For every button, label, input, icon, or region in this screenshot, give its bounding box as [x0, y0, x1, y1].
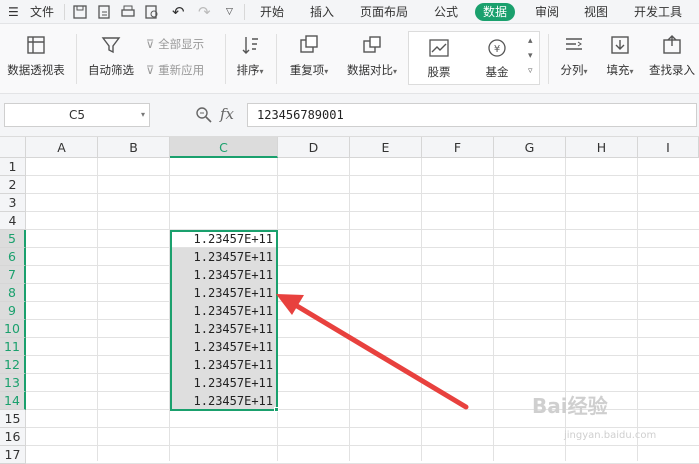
pivot-table-label: 数据透视表: [7, 63, 65, 77]
hamburger-menu-icon[interactable]: ☰: [8, 0, 19, 24]
divider: [225, 34, 226, 84]
divider: [76, 34, 77, 84]
filter-icon: [101, 37, 121, 54]
autofilter-button[interactable]: 自动筛选: [84, 34, 138, 78]
file-menu[interactable]: 文件: [30, 0, 54, 24]
fill-down-icon: [611, 36, 629, 54]
data-gallery: 股票 ¥ 基金: [408, 31, 540, 85]
ribbon-data: 数据透视表 自动筛选 ⊽ 全部显示 ⊽ 重新应用 排序▾ 重复项▾ 数据对比▾ …: [0, 24, 699, 94]
reapply-button[interactable]: ⊽ 重新应用: [146, 62, 204, 78]
tab-home[interactable]: 开始: [260, 0, 284, 24]
lookup-entry-icon: [663, 35, 681, 54]
watermark-url: jingyan.baidu.com: [564, 430, 657, 441]
watermark-brand: Bai经验: [532, 394, 608, 418]
save-icon[interactable]: [72, 4, 88, 20]
fill-caret-icon: ▾: [629, 67, 634, 76]
export-pdf-icon[interactable]: [96, 4, 112, 20]
compare-caret-icon: ▾: [392, 67, 397, 76]
fund-yen-icon: ¥: [488, 39, 506, 57]
name-box-value: C5: [68, 108, 85, 122]
duplicates-button[interactable]: 重复项▾: [282, 34, 336, 78]
data-compare-button[interactable]: 数据对比▾: [342, 34, 402, 78]
pivot-table-button[interactable]: 数据透视表: [4, 34, 68, 78]
tab-insert[interactable]: 插入: [310, 0, 334, 24]
name-box[interactable]: C5 ▾: [4, 103, 150, 127]
reapply-icon: ⊽: [146, 63, 155, 77]
tab-developer[interactable]: 开发工具: [634, 0, 682, 24]
tab-page-layout[interactable]: 页面布局: [360, 0, 408, 24]
undo-icon[interactable]: ↶: [172, 0, 185, 24]
tab-view[interactable]: 视图: [584, 0, 608, 24]
split-columns-button[interactable]: 分列▾: [554, 34, 594, 78]
formula-bar: C5 ▾ fx 123456789001: [0, 94, 699, 137]
divider: [548, 34, 549, 84]
tab-formulas[interactable]: 公式: [434, 0, 458, 24]
gallery-scroll-icon[interactable]: ▴ ▾ ▿: [528, 34, 533, 79]
tab-review[interactable]: 审阅: [535, 0, 559, 24]
lookup-entry-button[interactable]: 查找录入: [646, 34, 698, 78]
sort-icon: [242, 37, 258, 54]
formula-input[interactable]: 123456789001: [247, 103, 697, 127]
stock-button[interactable]: 股票: [417, 38, 461, 80]
divider: [276, 34, 277, 84]
sort-button[interactable]: 排序▾: [230, 34, 270, 78]
reapply-label: 重新应用: [158, 63, 205, 77]
stock-chart-icon: [429, 39, 449, 57]
data-compare-label: 数据对比: [346, 63, 393, 77]
duplicates-caret-icon: ▾: [324, 67, 329, 76]
show-all-icon: ⊽: [146, 37, 155, 51]
split-columns-icon: [566, 38, 582, 50]
name-box-dropdown-icon[interactable]: ▾: [141, 104, 145, 126]
fill-label: 填充: [606, 63, 630, 77]
print-icon[interactable]: [120, 4, 136, 20]
split-caret-icon: ▾: [583, 67, 588, 76]
sort-label: 排序: [236, 63, 260, 77]
stock-label: 股票: [427, 65, 451, 79]
zoom-icon[interactable]: [195, 106, 213, 124]
redo-icon[interactable]: ↷: [198, 0, 211, 24]
menu-bar: ☰ 文件 ↶ ↷ ▽ 开始 插入 页面布局 公式 数据 审阅 视图 开发工具: [0, 0, 699, 24]
divider: [244, 4, 245, 20]
sort-caret-icon: ▾: [259, 67, 264, 76]
data-compare-icon: [363, 36, 381, 53]
show-all-label: 全部显示: [158, 37, 205, 51]
arrow-shaft: [289, 300, 469, 410]
print-preview-icon[interactable]: [144, 4, 160, 20]
duplicates-label: 重复项: [289, 63, 325, 77]
fund-button[interactable]: ¥ 基金: [475, 38, 519, 80]
lookup-entry-label: 查找录入: [649, 63, 695, 77]
pivot-table-icon: [27, 36, 45, 54]
divider: [64, 4, 65, 20]
split-label: 分列: [560, 63, 584, 77]
show-all-button[interactable]: ⊽ 全部显示: [146, 36, 204, 52]
autofilter-label: 自动筛选: [88, 63, 134, 77]
insert-function-icon[interactable]: fx: [220, 105, 234, 123]
fund-label: 基金: [485, 65, 509, 79]
duplicates-icon: [300, 35, 318, 53]
svg-text:¥: ¥: [494, 44, 500, 55]
fill-button[interactable]: 填充▾: [600, 34, 640, 78]
tab-data[interactable]: 数据: [475, 3, 516, 21]
quick-access-dropdown-icon[interactable]: ▽: [226, 0, 233, 24]
arrow-head: [276, 294, 304, 315]
